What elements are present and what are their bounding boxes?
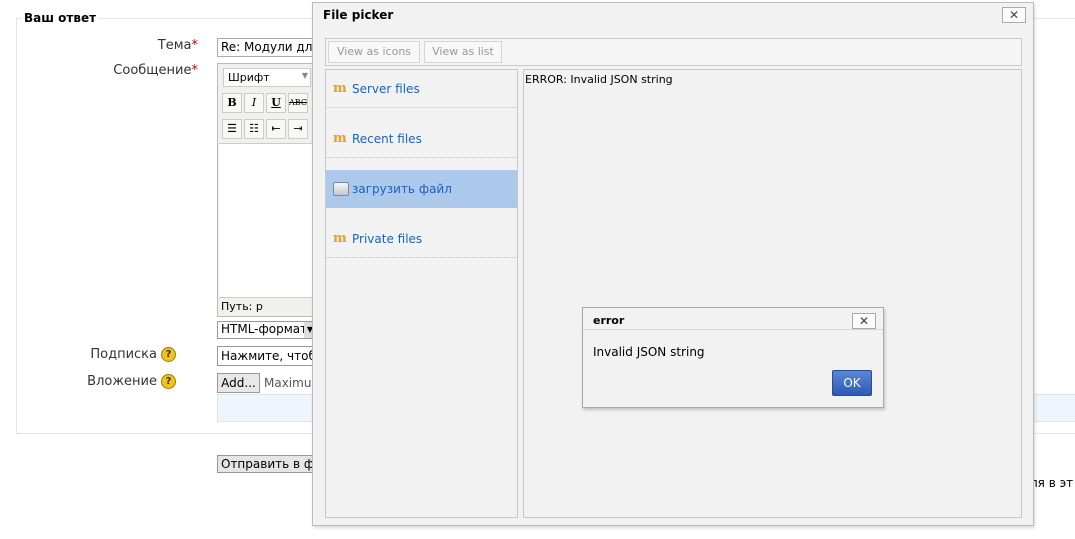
repo-recent-files[interactable]: m Recent files bbox=[326, 120, 517, 158]
required-mark: * bbox=[191, 38, 199, 53]
repo-label: Recent files bbox=[352, 131, 422, 146]
strikethrough-button[interactable]: ABC bbox=[288, 93, 308, 113]
repo-upload-file[interactable]: загрузить файл bbox=[326, 170, 517, 208]
chevron-down-icon: ▼ bbox=[301, 71, 308, 80]
repo-server-files[interactable]: m Server files bbox=[326, 70, 517, 108]
italic-button[interactable]: I bbox=[244, 93, 264, 113]
max-size-text: Maximu bbox=[264, 376, 312, 390]
bullet-list-icon[interactable]: ☰ bbox=[222, 119, 242, 139]
view-as-list-button[interactable]: View as list bbox=[424, 41, 502, 63]
moodle-icon: m bbox=[333, 130, 347, 146]
attachment-label: Вложение? bbox=[0, 374, 176, 389]
add-file-button[interactable]: Add... bbox=[217, 373, 260, 393]
close-icon[interactable]: ✕ bbox=[852, 313, 876, 329]
editor-toolbar-row1: B I U ABC bbox=[222, 93, 308, 113]
outdent-icon[interactable]: ⇤ bbox=[266, 119, 286, 139]
required-mark: * bbox=[191, 63, 199, 78]
file-picker-dialog: File picker ✕ View as icons View as list… bbox=[312, 2, 1034, 526]
submit-button[interactable]: Отправить в фо bbox=[217, 455, 317, 473]
editor-toolbar-row2: ☰ ☷ ⇤ ⇥ bbox=[222, 119, 308, 139]
file-picker-title: File picker bbox=[323, 8, 394, 22]
repo-private-files[interactable]: m Private files bbox=[326, 220, 517, 258]
editor-path-bar: Путь: p bbox=[219, 297, 326, 315]
help-icon[interactable]: ? bbox=[161, 347, 176, 362]
partial-text: ля в эт bbox=[1030, 476, 1074, 490]
numbered-list-icon[interactable]: ☷ bbox=[244, 119, 264, 139]
underline-button[interactable]: U bbox=[266, 93, 286, 113]
font-family-select[interactable]: Шрифт ▼ bbox=[223, 68, 311, 87]
view-as-icons-button[interactable]: View as icons bbox=[328, 41, 420, 63]
bold-button[interactable]: B bbox=[222, 93, 242, 113]
close-icon[interactable]: ✕ bbox=[1002, 7, 1026, 23]
error-message: Invalid JSON string bbox=[593, 345, 705, 359]
file-picker-toolbar: View as icons View as list bbox=[325, 38, 1022, 66]
editor-content-area[interactable] bbox=[219, 143, 326, 297]
moodle-icon: m bbox=[333, 230, 347, 246]
repo-label: Private files bbox=[352, 231, 423, 246]
moodle-icon: m bbox=[333, 80, 347, 96]
error-dialog-title: error bbox=[593, 314, 625, 327]
subscription-select[interactable]: Нажмите, чтобы bbox=[217, 346, 327, 366]
reply-legend: Ваш ответ bbox=[22, 11, 99, 25]
subject-label: Тема* bbox=[157, 38, 199, 53]
repo-label: Server files bbox=[352, 81, 420, 96]
ok-button[interactable]: OK bbox=[832, 370, 872, 396]
help-icon[interactable]: ? bbox=[161, 374, 176, 389]
repository-list: m Server files m Recent files загрузить … bbox=[325, 69, 518, 518]
repo-label: загрузить файл bbox=[352, 181, 452, 196]
format-select[interactable]: HTML-формат ▼ bbox=[217, 321, 317, 339]
upload-icon bbox=[333, 181, 349, 196]
message-label: Сообщение* bbox=[113, 63, 199, 78]
html-editor: Шрифт ▼ B I U ABC ☰ ☷ ⇤ ⇥ Путь: p bbox=[217, 63, 327, 317]
indent-icon[interactable]: ⇥ bbox=[288, 119, 308, 139]
file-picker-content: ERROR: Invalid JSON string bbox=[523, 69, 1022, 518]
error-text: ERROR: Invalid JSON string bbox=[525, 73, 673, 86]
subscription-label: Подписка? bbox=[0, 347, 176, 362]
error-dialog-header: error ✕ bbox=[583, 308, 883, 330]
error-dialog: error ✕ Invalid JSON string OK bbox=[582, 307, 884, 408]
